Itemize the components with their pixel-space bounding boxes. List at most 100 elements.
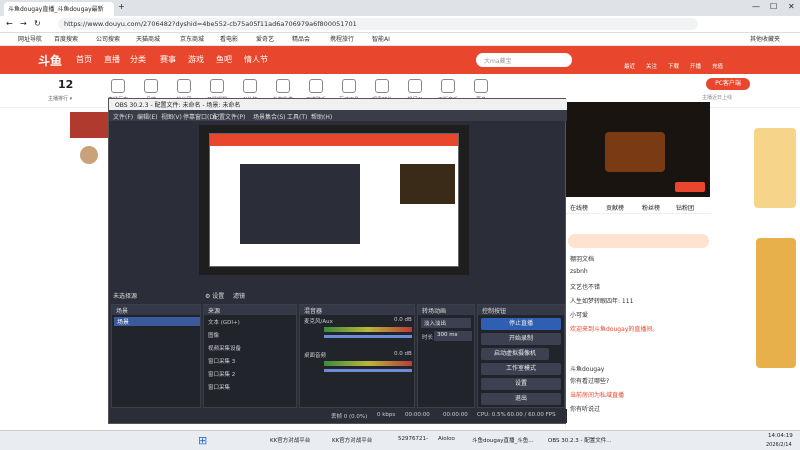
properties-button[interactable]: ⚙ 设置 bbox=[205, 291, 224, 300]
douyu-right-nav-item[interactable]: 开播 bbox=[690, 62, 701, 70]
source-item[interactable]: 视频采集设备 bbox=[208, 344, 241, 352]
obs-menu-item[interactable]: 配置文件(P) bbox=[213, 112, 245, 121]
windows-start-icon[interactable]: ⊞ bbox=[198, 434, 207, 447]
chat-tab-fans[interactable]: 粉丝榜 bbox=[642, 203, 660, 212]
bookmark-item[interactable]: 其他收藏夹 bbox=[750, 34, 780, 43]
taskbar-item[interactable]: OBS 30.2.3 - 配置文件... bbox=[548, 436, 611, 444]
source-item[interactable]: 文本 (GDI+) bbox=[208, 318, 240, 326]
studio-mode-button[interactable]: 工作室模式 bbox=[481, 363, 561, 375]
scene-item[interactable]: 场景 bbox=[114, 317, 200, 326]
strip-tool-icon[interactable] bbox=[474, 79, 488, 93]
bookmark-item[interactable]: 百度搜索 bbox=[54, 34, 78, 43]
transition-select[interactable]: 淡入淡出 bbox=[421, 318, 471, 328]
obs-menubar: 文件(F) 编辑(E) 视图(V) 停靠窗口(D) 配置文件(P) 场景集合(S) 工具(T… bbox=[109, 110, 567, 121]
douyu-header: 斗鱼 大ma藏宝 首页 直播 分类 赛事 游戏 鱼吧 情人节最近 关注 下载 开播 充值 bbox=[0, 46, 800, 74]
douyu-logo[interactable]: 斗鱼 bbox=[38, 52, 62, 69]
douyu-nav-item[interactable]: 直播 bbox=[104, 54, 120, 65]
clock-time[interactable]: 14:04:19 bbox=[768, 433, 793, 439]
filters-button[interactable]: 滤镜 bbox=[233, 291, 245, 300]
chat-tab-contrib[interactable]: 贡献榜 bbox=[606, 203, 624, 212]
strip-tool-icon[interactable] bbox=[210, 79, 224, 93]
duration-input[interactable]: 300 ms bbox=[434, 331, 472, 341]
obs-preview[interactable] bbox=[199, 125, 469, 275]
strip-tool-icon[interactable] bbox=[144, 79, 158, 93]
source-item[interactable]: 图像 bbox=[208, 331, 219, 339]
bookmark-item[interactable]: 携程旅行 bbox=[330, 34, 354, 43]
obs-menu-item[interactable]: 停靠窗口(D) bbox=[183, 112, 216, 121]
bookmark-item[interactable]: 公司搜索 bbox=[96, 34, 120, 43]
strip-tool-icon[interactable] bbox=[408, 79, 422, 93]
minimize-icon[interactable]: — bbox=[752, 2, 760, 11]
settings-button[interactable]: 设置 bbox=[481, 378, 561, 390]
douyu-nav-item[interactable]: 赛事 bbox=[160, 54, 176, 65]
volume-slider[interactable] bbox=[324, 335, 412, 338]
chat-tab-diamond[interactable]: 钻粉团 bbox=[676, 203, 694, 212]
new-tab-icon[interactable]: + bbox=[118, 2, 125, 11]
obs-menu-item[interactable]: 帮助(H) bbox=[311, 112, 332, 121]
taskbar-item[interactable]: KK官方对战平台 bbox=[270, 436, 310, 444]
bookmark-item[interactable]: 天猫商城 bbox=[136, 34, 160, 43]
obs-menu-item[interactable]: 编辑(E) bbox=[137, 112, 157, 121]
reload-icon[interactable]: ↻ bbox=[34, 19, 41, 28]
douyu-right-nav-item[interactable]: 充值 bbox=[712, 62, 723, 70]
stop-stream-button[interactable]: 停止直播 bbox=[481, 318, 561, 330]
strip-tool-icon[interactable] bbox=[177, 79, 191, 93]
source-item[interactable]: 窗口采集 2 bbox=[208, 370, 235, 378]
obs-menu-item[interactable]: 场景集合(S) bbox=[253, 112, 286, 121]
obs-titlebar[interactable]: OBS 30.2.3 - 配置文件: 未命名 - 场景: 未命名 bbox=[109, 99, 567, 110]
anchor-banner bbox=[70, 112, 110, 138]
exit-button[interactable]: 退出 bbox=[481, 393, 561, 405]
back-icon[interactable]: ← bbox=[6, 19, 13, 28]
chat-tab-online[interactable]: 在线榜 bbox=[570, 203, 588, 212]
stream-video[interactable] bbox=[565, 102, 710, 197]
bookmark-item[interactable]: 智能AI bbox=[372, 34, 390, 43]
follow-button[interactable] bbox=[675, 182, 705, 192]
obs-menu-item[interactable]: 文件(F) bbox=[113, 112, 133, 121]
strip-tool-icon[interactable] bbox=[441, 79, 455, 93]
bookmark-item[interactable]: 爱奇艺 bbox=[256, 34, 274, 43]
strip-tool-icon[interactable] bbox=[375, 79, 389, 93]
bookmark-item[interactable]: 精品会 bbox=[292, 34, 310, 43]
douyu-search-input[interactable]: 大ma藏宝 bbox=[476, 53, 572, 67]
douyu-right-nav-item[interactable]: 最近 bbox=[624, 62, 635, 70]
douyu-nav-item[interactable]: 首页 bbox=[76, 54, 92, 65]
strip-tool-icon[interactable] bbox=[111, 79, 125, 93]
source-item[interactable]: 窗口采集 bbox=[208, 383, 230, 391]
douyu-nav-item[interactable]: 情人节 bbox=[244, 54, 268, 65]
mixer-channel-name: 桌面音频 bbox=[304, 353, 327, 359]
rank-label[interactable]: 主播排行 ▾ bbox=[48, 95, 72, 102]
avatar[interactable] bbox=[80, 146, 98, 164]
bookmark-item[interactable]: 网址导航 bbox=[18, 34, 42, 43]
maximize-icon[interactable]: ☐ bbox=[770, 2, 777, 11]
browser-tab[interactable]: 斗鱼dougay直播_斗鱼dougay最新 bbox=[4, 2, 114, 16]
url-input[interactable]: https://www.douyu.com/2706482?dyshid=4be… bbox=[58, 18, 698, 30]
obs-menu-item[interactable]: 视图(V) bbox=[161, 112, 182, 121]
bookmark-item[interactable]: 看电影 bbox=[220, 34, 238, 43]
source-item[interactable]: 窗口采集 3 bbox=[208, 357, 235, 365]
obs-menu-item[interactable]: 工具(T) bbox=[287, 112, 307, 121]
douyu-right-nav-item[interactable]: 下载 bbox=[668, 62, 679, 70]
strip-tool-icon[interactable] bbox=[243, 79, 257, 93]
clock-date[interactable]: 2026/2/14 bbox=[766, 442, 792, 448]
start-recording-button[interactable]: 开始录制 bbox=[481, 333, 561, 345]
taskbar-item[interactable]: Aioloo bbox=[438, 436, 455, 442]
promo-banner[interactable] bbox=[754, 128, 796, 208]
forward-icon[interactable]: → bbox=[20, 19, 27, 28]
douyu-nav-item[interactable]: 鱼吧 bbox=[216, 54, 232, 65]
pc-client-button[interactable]: PC客户端 bbox=[706, 78, 750, 90]
taskbar-item[interactable]: 52976721- bbox=[398, 436, 428, 442]
event-banner[interactable] bbox=[756, 238, 796, 368]
douyu-nav-item[interactable]: 分类 bbox=[130, 54, 146, 65]
taskbar-item[interactable]: 斗鱼dougay直播_斗鱼... bbox=[472, 436, 533, 444]
volume-slider[interactable] bbox=[324, 369, 412, 372]
taskbar-item[interactable]: KK官方对战平台 bbox=[332, 436, 372, 444]
strip-tool-icon[interactable] bbox=[342, 79, 356, 93]
strip-tool-icon[interactable] bbox=[309, 79, 323, 93]
close-icon[interactable]: ✕ bbox=[788, 2, 795, 11]
bookmark-item[interactable]: 京东商城 bbox=[180, 34, 204, 43]
douyu-right-nav-item[interactable]: 关注 bbox=[646, 62, 657, 70]
diamond-fan-banner[interactable] bbox=[568, 234, 709, 248]
strip-tool-icon[interactable] bbox=[276, 79, 290, 93]
douyu-nav-item[interactable]: 游戏 bbox=[188, 54, 204, 65]
virtual-camera-button[interactable]: 启动虚拟摄像机 bbox=[481, 348, 549, 360]
